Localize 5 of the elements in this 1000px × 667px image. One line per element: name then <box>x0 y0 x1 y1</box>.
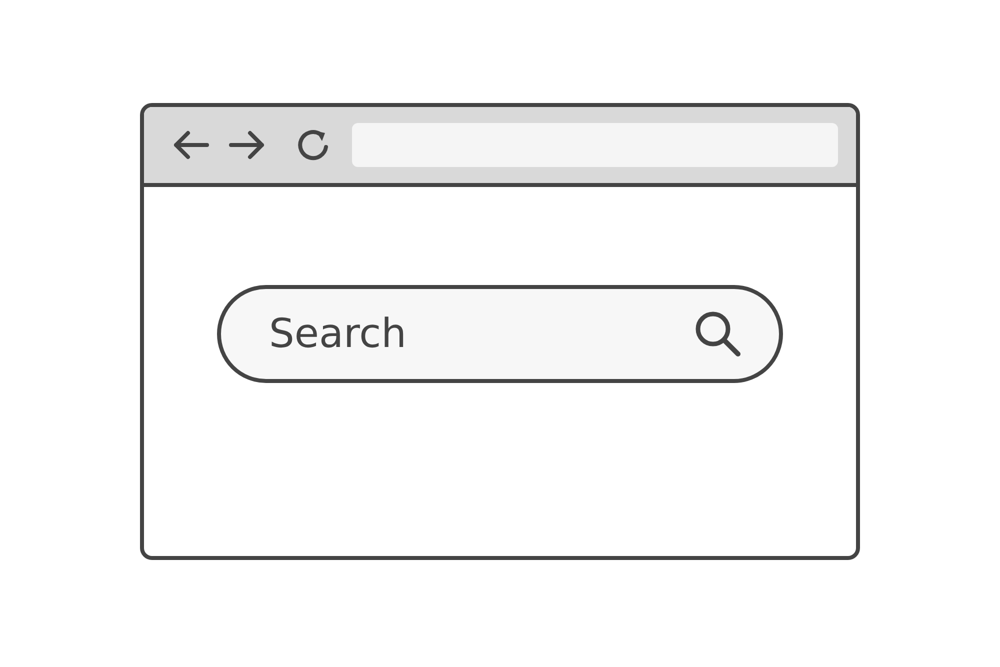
back-arrow-icon[interactable] <box>172 129 210 161</box>
search-icon[interactable] <box>693 309 743 359</box>
search-bar[interactable]: Search <box>217 285 783 383</box>
forward-arrow-icon[interactable] <box>228 129 266 161</box>
search-input[interactable]: Search <box>269 311 693 357</box>
